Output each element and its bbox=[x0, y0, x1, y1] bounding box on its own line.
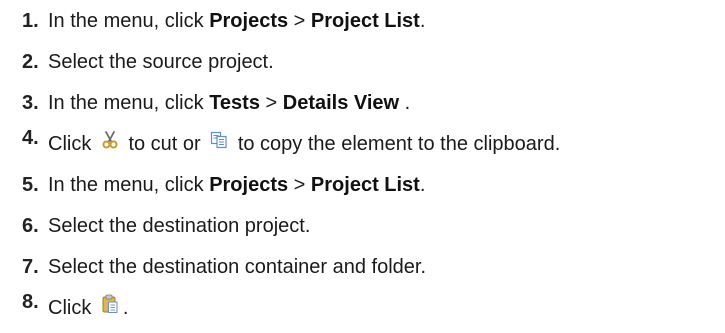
step-text: Select the destination project. bbox=[48, 215, 311, 237]
step-number: 1. bbox=[22, 10, 39, 32]
menu-item-name: Project List bbox=[310, 174, 420, 196]
step-number: 4. bbox=[22, 127, 39, 149]
menu-item-name: Project List bbox=[310, 10, 420, 32]
step-text: Click . bbox=[48, 294, 128, 319]
menu-name: Tests bbox=[209, 92, 260, 114]
paste-icon bbox=[101, 294, 119, 314]
step-1: 1. In the menu, click Projects > Project … bbox=[22, 3, 722, 44]
step-3: 3. In the menu, click Tests > Details Vie… bbox=[22, 85, 722, 126]
step-text: Click to cut or to copy the element to t… bbox=[48, 130, 560, 155]
step-text: Select the destination container and fol… bbox=[48, 256, 427, 278]
step-number: 6. bbox=[22, 215, 39, 237]
menu-item-name: Details View bbox=[282, 92, 400, 114]
menu-name: Projects bbox=[209, 10, 289, 32]
step-text: In the menu, click Projects > Project Li… bbox=[48, 174, 426, 196]
step-number: 2. bbox=[22, 51, 39, 73]
cut-icon bbox=[101, 130, 119, 149]
copy-icon bbox=[210, 131, 228, 149]
step-8: 8. Click . bbox=[22, 290, 722, 331]
step-text: In the menu, click Tests > Details View … bbox=[48, 92, 411, 114]
step-number: 7. bbox=[22, 256, 39, 278]
step-text: Select the source project. bbox=[48, 51, 274, 73]
step-text: In the menu, click Projects > Project Li… bbox=[48, 10, 426, 32]
step-5: 5. In the menu, click Projects > Project … bbox=[22, 167, 722, 208]
procedure-steps: 1. In the menu, click Projects > Project … bbox=[22, 3, 722, 331]
step-2: 2. Select the source project. bbox=[22, 44, 722, 85]
menu-name: Projects bbox=[209, 174, 289, 196]
step-number: 5. bbox=[22, 174, 39, 196]
step-6: 6. Select the destination project. bbox=[22, 208, 722, 249]
step-number: 3. bbox=[22, 92, 39, 114]
step-number: 8. bbox=[22, 291, 39, 313]
step-4: 4. Click to cut or to copy the element to… bbox=[22, 126, 722, 167]
step-7: 7. Select the destination container and f… bbox=[22, 249, 722, 290]
